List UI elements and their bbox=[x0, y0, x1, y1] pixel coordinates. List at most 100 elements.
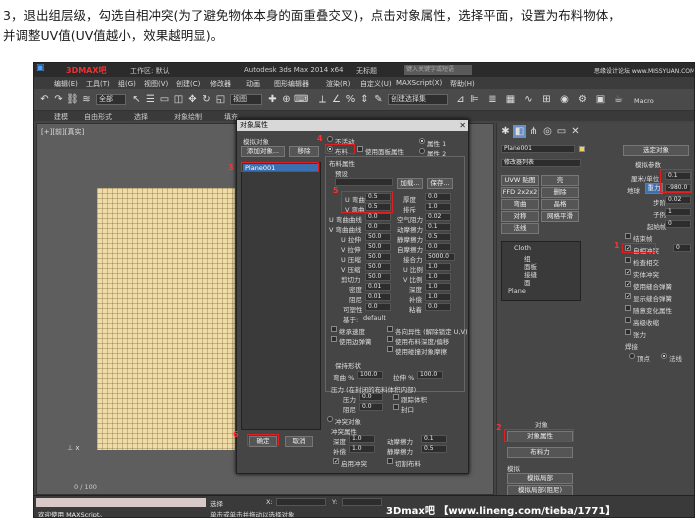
select-by-name-icon[interactable]: ☰ bbox=[144, 93, 157, 106]
gravity-field[interactable]: -980.0 bbox=[665, 184, 691, 192]
static-fric-field[interactable]: 0.5 bbox=[425, 233, 451, 241]
preset-select[interactable] bbox=[335, 178, 393, 186]
depth2-field[interactable]: 1.0 bbox=[349, 435, 375, 443]
ribbon-tab-object-paint[interactable]: 对象绘制 bbox=[174, 112, 202, 122]
menu-graph-editors[interactable]: 图形编辑器 bbox=[274, 79, 309, 89]
object-color-swatch[interactable] bbox=[579, 146, 585, 152]
mod-btn-ffd[interactable]: FFD 2x2x2 bbox=[501, 187, 539, 198]
mod-btn-lattice[interactable]: 晶格 bbox=[541, 199, 579, 210]
menu-views[interactable]: 视图(V) bbox=[144, 79, 168, 89]
plane-cloth-object[interactable] bbox=[97, 188, 235, 450]
cm-per-unit-field[interactable]: 0.1 bbox=[665, 172, 691, 180]
stack-item-plane[interactable]: Plane bbox=[508, 287, 526, 295]
cloth-forces-button[interactable]: 布料力 bbox=[507, 447, 573, 458]
menu-help[interactable]: 帮助(H) bbox=[450, 79, 475, 89]
stickiness-field[interactable]: 0.0 bbox=[425, 303, 451, 311]
subsample-field[interactable]: 1 bbox=[665, 208, 691, 216]
ribbon-tab-freeform[interactable]: 自由形式 bbox=[84, 112, 112, 122]
solid-collision-checkbox[interactable]: ✓ bbox=[625, 269, 631, 276]
menu-create[interactable]: 创建(C) bbox=[176, 79, 200, 89]
mirror-icon[interactable]: ⊿ bbox=[454, 93, 467, 106]
damping2-field[interactable]: 0.0 bbox=[359, 403, 383, 411]
weld-vertex-radio[interactable] bbox=[629, 353, 635, 359]
rect-select-icon[interactable]: ▭ bbox=[158, 93, 171, 106]
create-tab-icon[interactable]: ✱ bbox=[499, 125, 512, 138]
workspace-select[interactable]: 工作区: 默认 bbox=[130, 66, 170, 76]
edge-spring-checkbox[interactable] bbox=[331, 336, 337, 342]
cap-checkbox[interactable] bbox=[393, 404, 399, 410]
depth-field[interactable]: 1.0 bbox=[425, 283, 451, 291]
enable-collision-checkbox[interactable]: ✓ bbox=[333, 458, 339, 465]
curve-editor-icon[interactable]: ∿ bbox=[522, 93, 535, 106]
mod-btn-normal[interactable]: 法线 bbox=[501, 223, 539, 234]
u-scale-field[interactable]: 1.0 bbox=[425, 263, 451, 271]
object-list[interactable]: Plane001 bbox=[241, 162, 321, 430]
show-seam-checkbox[interactable]: ✓ bbox=[625, 293, 631, 300]
track-volume-checkbox[interactable] bbox=[393, 394, 399, 400]
link-icon[interactable]: ⛓ bbox=[66, 93, 79, 106]
offset2-field[interactable]: 1.0 bbox=[349, 445, 375, 453]
dyn-fric2-field[interactable]: 0.1 bbox=[421, 435, 447, 443]
ribbon-tab-selection[interactable]: 选择 bbox=[134, 112, 148, 122]
inherit-vel-checkbox[interactable] bbox=[331, 326, 337, 332]
close-icon[interactable]: ✕ bbox=[459, 120, 466, 131]
self-collision-checkbox[interactable]: ✓ bbox=[625, 245, 631, 252]
ribbon-tab-modeling[interactable]: 建模 bbox=[54, 112, 68, 122]
unlink-icon[interactable]: ≋ bbox=[80, 93, 93, 106]
u-bend-field[interactable]: 0.5 bbox=[365, 193, 391, 201]
plasticity-field[interactable]: 0.0 bbox=[365, 303, 391, 311]
bend-pct-field[interactable]: 100.0 bbox=[357, 371, 383, 379]
density-field[interactable]: 0.01 bbox=[365, 283, 391, 291]
save-button[interactable]: 保存... bbox=[427, 178, 453, 189]
schematic-icon[interactable]: ⊞ bbox=[540, 93, 553, 106]
undo-icon[interactable]: ↶ bbox=[38, 93, 51, 106]
tension-checkbox[interactable] bbox=[625, 329, 631, 335]
menu-rendering[interactable]: 渲染(R) bbox=[326, 79, 350, 89]
add-objects-button[interactable]: 添加对象... bbox=[241, 146, 285, 157]
damping-field[interactable]: 0.01 bbox=[365, 293, 391, 301]
step-field[interactable]: 0.02 bbox=[665, 196, 691, 204]
mod-btn-uvw[interactable]: UVW 贴图 bbox=[501, 175, 539, 186]
reference-coord-select[interactable]: 视图 bbox=[230, 94, 262, 105]
shear-field[interactable]: 50.0 bbox=[365, 273, 391, 281]
start-frame-field[interactable]: 0 bbox=[665, 220, 691, 228]
v-scale-field[interactable]: 1.0 bbox=[425, 273, 451, 281]
v-curve-field[interactable]: 0.0 bbox=[365, 223, 391, 231]
menu-maxscript[interactable]: MAXScript(X) bbox=[396, 79, 442, 87]
hierarchy-tab-icon[interactable]: ⋔ bbox=[527, 125, 540, 138]
mod-btn-shell[interactable]: 壳 bbox=[541, 175, 579, 186]
cancel-button[interactable]: 取消 bbox=[285, 436, 313, 447]
timeline-counter[interactable]: 0 / 100 bbox=[74, 483, 97, 491]
x-coord-field[interactable] bbox=[276, 498, 326, 506]
motion-tab-icon[interactable]: ◎ bbox=[541, 125, 554, 138]
menu-edit[interactable]: 编辑(E) bbox=[54, 79, 78, 89]
manipulate-icon[interactable]: ⊕ bbox=[280, 93, 293, 106]
app-logo-icon[interactable]: ▣ bbox=[36, 63, 45, 73]
collision-obj-radio[interactable] bbox=[327, 416, 333, 422]
search-input[interactable]: 键入关键字或短语 bbox=[404, 65, 472, 75]
percent-snap-icon[interactable]: % bbox=[344, 93, 357, 106]
object-name-field[interactable]: Plane001 bbox=[501, 145, 575, 153]
earth-label[interactable]: 地球 bbox=[627, 185, 640, 195]
end-frame-checkbox[interactable] bbox=[625, 233, 631, 239]
maxscript-listener[interactable] bbox=[36, 498, 206, 507]
sim-params-title[interactable]: 模拟参数 bbox=[635, 159, 661, 169]
aniso-checkbox[interactable] bbox=[387, 326, 393, 332]
mod-btn-bend[interactable]: 弯曲 bbox=[501, 199, 539, 210]
utilities-tab-icon[interactable]: ✕ bbox=[569, 125, 582, 138]
modify-tab-icon[interactable]: ◧ bbox=[513, 125, 526, 138]
mod-btn-symmetry[interactable]: 对称 bbox=[501, 211, 539, 222]
render-frame-icon[interactable]: ▣ bbox=[594, 93, 607, 106]
v-bend-field[interactable]: 0.5 bbox=[365, 203, 391, 211]
object-properties-button[interactable]: 对象属性 bbox=[507, 431, 573, 442]
prop2-radio[interactable] bbox=[419, 148, 425, 154]
window-crossing-icon[interactable]: ◫ bbox=[172, 93, 185, 106]
move-icon[interactable]: ✥ bbox=[186, 93, 199, 106]
prop1-radio[interactable] bbox=[419, 138, 425, 144]
mod-btn-meshsmooth[interactable]: 网格平滑 bbox=[541, 211, 579, 222]
y-coord-field[interactable] bbox=[342, 498, 382, 506]
simulate-local-button[interactable]: 模拟局部 bbox=[507, 473, 573, 484]
air-res-field[interactable]: 0.02 bbox=[425, 213, 451, 221]
inactive-radio[interactable] bbox=[327, 136, 333, 142]
dyn-fric-field[interactable]: 0.1 bbox=[425, 223, 451, 231]
